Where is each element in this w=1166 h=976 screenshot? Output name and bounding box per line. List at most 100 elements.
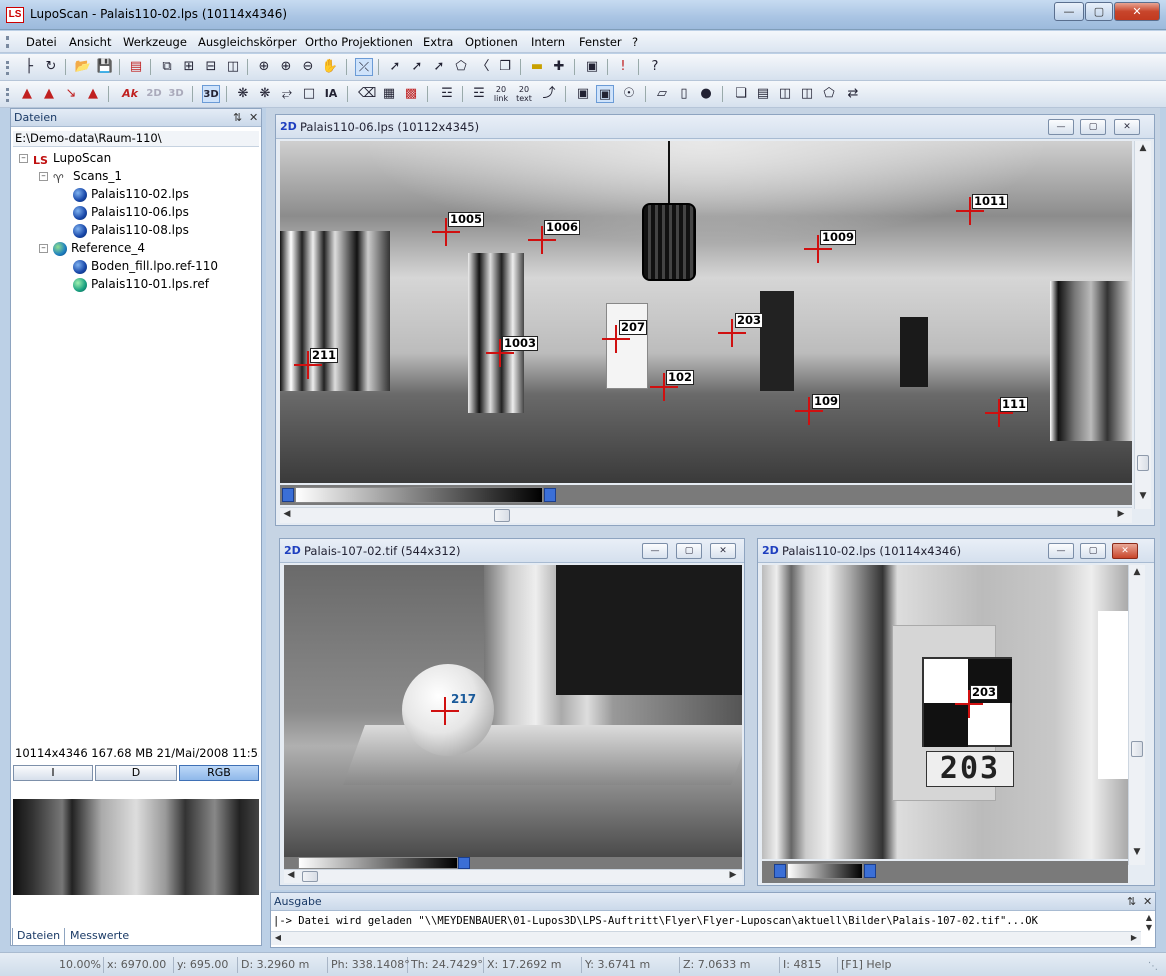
intensity-slider-left-handle[interactable] bbox=[774, 864, 786, 878]
ak-tool-icon[interactable]: Ak bbox=[121, 85, 139, 103]
pan-hand-icon[interactable]: ✋ bbox=[321, 58, 339, 76]
tree-reference-item[interactable]: Palais110-01.lps.ref bbox=[73, 275, 209, 293]
vertical-scrollbar[interactable]: ▲ ▼ bbox=[1134, 141, 1151, 509]
horizontal-scrollbar[interactable]: ◀ ▶ bbox=[280, 507, 1132, 523]
fill-tool-icon[interactable]: ⌫ bbox=[358, 85, 376, 103]
window-maximize-button[interactable]: ▢ bbox=[676, 543, 702, 559]
pin-icon[interactable]: ⇅ bbox=[1127, 893, 1136, 910]
alert-icon[interactable]: ! bbox=[614, 58, 632, 76]
panel-close-icon[interactable]: ✕ bbox=[249, 109, 258, 126]
window-maximize-button[interactable]: ▢ bbox=[1080, 119, 1106, 135]
tree-scan-item[interactable]: Palais110-02.lps bbox=[73, 185, 189, 203]
expand-reference-icon[interactable]: – bbox=[39, 244, 48, 253]
menu-fenster[interactable]: Fenster bbox=[579, 35, 622, 49]
scroll-up-icon[interactable]: ▲ bbox=[1136, 143, 1150, 153]
menu-extra[interactable]: Extra bbox=[423, 35, 453, 49]
channel-i-button[interactable]: I bbox=[13, 765, 93, 781]
plane-icon[interactable]: ▱ bbox=[653, 85, 671, 103]
vertical-scrollbar[interactable]: ▲ ▼ bbox=[1128, 565, 1145, 865]
cube-icon[interactable]: ❐ bbox=[496, 58, 514, 76]
minimize-button[interactable]: — bbox=[1054, 2, 1084, 21]
path-field[interactable]: E:\Demo-data\Raum-110\ bbox=[13, 131, 259, 147]
tree-scan-item[interactable]: Palais110-06.lps bbox=[73, 203, 189, 221]
zoom-in-icon[interactable]: ⊕ bbox=[277, 58, 295, 76]
view-3d-button[interactable]: 3D bbox=[167, 85, 185, 103]
horizontal-scrollbar[interactable]: ◀ ▶ bbox=[284, 869, 742, 883]
close-button[interactable]: ✕ bbox=[1114, 2, 1160, 21]
window-maximize-button[interactable]: ▢ bbox=[1080, 543, 1106, 559]
intensity-slider-track[interactable] bbox=[280, 485, 1132, 505]
select-tool-icon[interactable]: ⤫ bbox=[355, 58, 373, 76]
checker-target-alt-icon[interactable]: ▣ bbox=[596, 85, 614, 103]
ortho-book2-icon[interactable]: ◫ bbox=[798, 85, 816, 103]
tile-horizontal-icon[interactable]: ⊟ bbox=[202, 58, 220, 76]
tree-scan-item[interactable]: Palais110-08.lps bbox=[73, 221, 189, 239]
refresh-icon[interactable]: ↻ bbox=[42, 58, 60, 76]
window-minimize-button[interactable]: — bbox=[642, 543, 668, 559]
image-register-icon[interactable]: □ bbox=[300, 85, 318, 103]
help-icon[interactable]: ? bbox=[646, 58, 664, 76]
ia-tool-button[interactable]: IA bbox=[322, 85, 340, 103]
pointcloud-icon[interactable]: ❋ bbox=[234, 85, 252, 103]
draw-polyline-icon[interactable]: ➚ bbox=[408, 58, 426, 76]
scroll-down-icon[interactable]: ▼ bbox=[1130, 847, 1144, 857]
mesh-icon[interactable]: ❋ bbox=[256, 85, 274, 103]
tab-messwerte[interactable]: Messwerte bbox=[66, 928, 133, 946]
maximize-button[interactable]: ▢ bbox=[1085, 2, 1113, 21]
tree-reference-item[interactable]: Boden_fill.lpo.ref-110 bbox=[73, 257, 218, 275]
eraser-icon[interactable]: 〈 bbox=[474, 58, 492, 76]
draw-polygon-icon[interactable]: ⬠ bbox=[452, 58, 470, 76]
view-2d-button[interactable]: 2D bbox=[145, 85, 163, 103]
scroll-thumb[interactable] bbox=[1131, 741, 1143, 757]
menu-werkzeuge[interactable]: Werkzeuge bbox=[123, 35, 187, 49]
scroll-down-icon[interactable]: ▼ bbox=[1136, 491, 1150, 501]
draw-line-icon[interactable]: ➚ bbox=[386, 58, 404, 76]
link-20-button[interactable]: 20 link bbox=[492, 85, 510, 103]
panorama-scan-image[interactable]: 1005 1006 1009 1011 207 203 1003 211 102… bbox=[280, 141, 1132, 483]
window-close-button[interactable]: ✕ bbox=[710, 543, 736, 559]
scan-window-top[interactable]: 2D Palais110-06.lps (10112x4345) — ▢ ✕ 1… bbox=[275, 114, 1155, 526]
scroll-right-icon[interactable]: ▶ bbox=[1114, 509, 1128, 519]
scroll-left-icon[interactable]: ◀ bbox=[271, 933, 285, 942]
intensity-slider-right-handle[interactable] bbox=[544, 488, 556, 502]
texture-tool-icon[interactable]: ▩ bbox=[402, 85, 420, 103]
panel-close-icon[interactable]: ✕ bbox=[1143, 893, 1152, 910]
scan-window-left[interactable]: 2D Palais-107-02.tif (544x312) — ▢ ✕ 217… bbox=[279, 538, 745, 886]
menu-ansicht[interactable]: Ansicht bbox=[69, 35, 111, 49]
draw-arc-icon[interactable]: ➚ bbox=[430, 58, 448, 76]
output-scroll-icon[interactable]: ▲ ▼ bbox=[1143, 913, 1155, 945]
window-close-button[interactable]: ✕ bbox=[1112, 543, 1138, 559]
scroll-thumb[interactable] bbox=[302, 871, 318, 882]
scroll-thumb[interactable] bbox=[494, 509, 510, 522]
channel-rgb-button[interactable]: RGB bbox=[179, 765, 259, 781]
window-minimize-button[interactable]: — bbox=[1048, 543, 1074, 559]
point-add-icon[interactable]: ▲ bbox=[18, 85, 36, 103]
tree-root[interactable]: LS LupoScan bbox=[33, 149, 111, 167]
tab-dateien[interactable]: Dateien bbox=[12, 928, 66, 946]
scroll-left-icon[interactable]: ◀ bbox=[280, 509, 294, 519]
checker-target-icon[interactable]: ▣ bbox=[574, 85, 592, 103]
scroll-left-icon[interactable]: ◀ bbox=[284, 870, 298, 880]
ortho-book-icon[interactable]: ◫ bbox=[776, 85, 794, 103]
menu-optionen[interactable]: Optionen bbox=[465, 35, 518, 49]
scan-preview-thumbnail[interactable] bbox=[13, 799, 259, 895]
tile-grid-icon[interactable]: ⊞ bbox=[180, 58, 198, 76]
detail-scan-image[interactable]: 203 203 bbox=[762, 565, 1128, 859]
tree-scans-group[interactable]: ♈ Scans_1 bbox=[53, 167, 122, 186]
intensity-slider-right-handle[interactable] bbox=[864, 864, 876, 878]
view-3d-active-button[interactable]: 3D bbox=[202, 85, 220, 103]
transform-icon[interactable]: ⥂ bbox=[278, 85, 296, 103]
3d-points-icon[interactable]: ☲ bbox=[438, 85, 456, 103]
pin-icon[interactable]: ⇅ bbox=[233, 109, 242, 126]
2d-points-icon[interactable]: ☲ bbox=[470, 85, 488, 103]
grid-tool-icon[interactable]: ▦ bbox=[380, 85, 398, 103]
save-icon[interactable]: 💾 bbox=[96, 58, 114, 76]
sphere-icon[interactable]: ● bbox=[697, 85, 715, 103]
expand-root-icon[interactable]: – bbox=[19, 154, 28, 163]
wand-icon[interactable]: ⤴ bbox=[540, 85, 558, 103]
channel-d-button[interactable]: D bbox=[95, 765, 177, 781]
expand-scans-icon[interactable]: – bbox=[39, 172, 48, 181]
tree-view-icon[interactable]: ├ bbox=[20, 58, 38, 76]
tile-vertical-icon[interactable]: ◫ bbox=[224, 58, 242, 76]
window-close-button[interactable]: ✕ bbox=[1114, 119, 1140, 135]
